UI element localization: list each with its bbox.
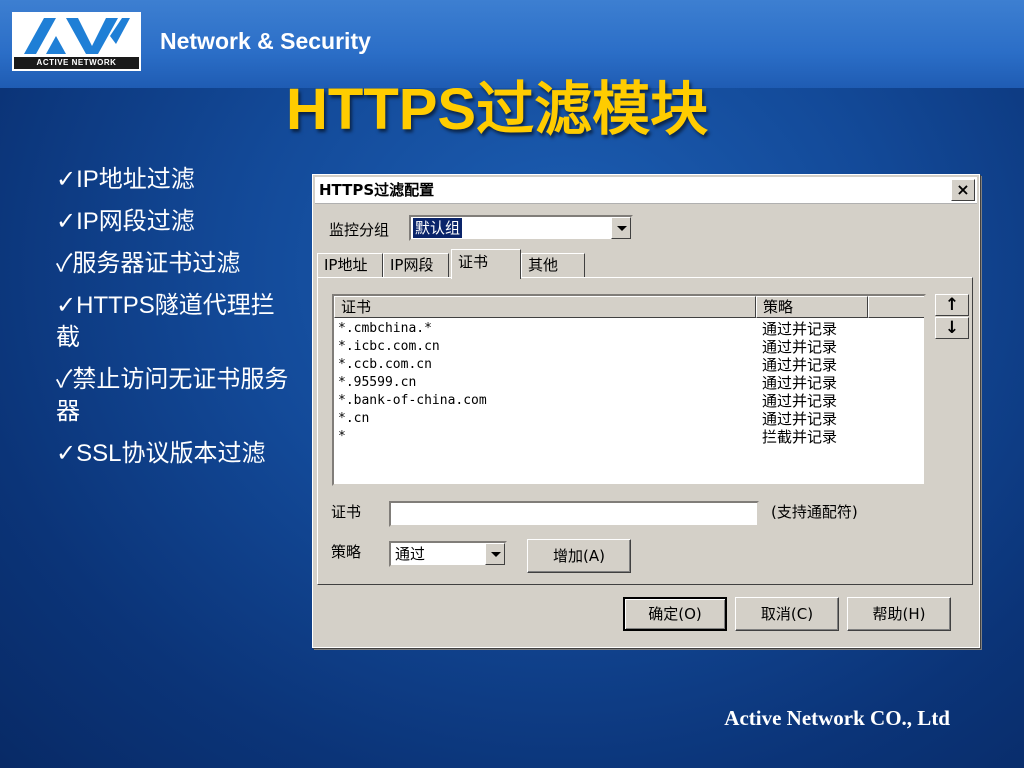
check-icon: ✓ <box>56 166 77 193</box>
help-button[interactable]: 帮助(H) <box>847 597 951 631</box>
close-button[interactable]: × <box>951 179 975 201</box>
logo-text: ACTIVE NETWORK <box>14 57 139 69</box>
company-logo: ACTIVE NETWORK <box>12 12 141 71</box>
cert-label: 证书 <box>331 503 362 521</box>
table-row[interactable]: * 拦截并记录 <box>334 428 924 446</box>
group-label: 监控分组 <box>329 221 390 239</box>
cancel-button[interactable]: 取消(C) <box>735 597 839 631</box>
table-row[interactable]: *.cmbchina.* 通过并记录 <box>334 320 924 338</box>
list-item: ✓SSL协议版本过滤 <box>56 440 266 467</box>
chevron-down-icon[interactable] <box>611 217 631 239</box>
column-header-empty <box>868 296 924 318</box>
list-item: ✓IP地址过滤 <box>56 166 195 193</box>
tab-certificate[interactable]: 证书 <box>451 249 521 279</box>
table-row[interactable]: *.95599.cn 通过并记录 <box>334 374 924 392</box>
policy-label: 策略 <box>331 543 362 561</box>
certificate-list[interactable]: 证书 策略 *.cmbchina.* 通过并记录 *.icbc.com.cn 通过并… <box>332 294 926 486</box>
policy-select[interactable]: 通过 <box>389 541 507 567</box>
logo-mark-icon <box>24 18 130 54</box>
check-icon: ✓ <box>56 440 77 467</box>
column-header-policy[interactable]: 策略 <box>756 296 868 318</box>
cert-hint: (支持通配符) <box>771 503 858 521</box>
check-icon: ✓ <box>56 208 77 235</box>
group-select[interactable]: 默认组 <box>409 215 633 241</box>
check-icon: ✓ <box>56 366 73 393</box>
tab-ip-range[interactable]: IP网段 <box>383 253 449 277</box>
tab-ip-address[interactable]: IP地址 <box>317 253 383 277</box>
move-up-button[interactable]: ↑ <box>935 294 969 316</box>
tagline: Network & Security <box>160 28 371 54</box>
dialog-title: HTTPS过滤配置 <box>315 177 977 204</box>
table-row[interactable]: *.icbc.com.cn 通过并记录 <box>334 338 924 356</box>
tab-other[interactable]: 其他 <box>521 253 585 277</box>
chevron-down-icon[interactable] <box>485 543 505 565</box>
list-item: ✓禁止访问无证书服务器 <box>56 366 289 425</box>
list-item: ✓IP网段过滤 <box>56 208 195 235</box>
check-icon: ✓ <box>56 292 77 319</box>
ok-button[interactable]: 确定(O) <box>623 597 727 631</box>
group-select-value: 默认组 <box>413 218 463 238</box>
table-row[interactable]: *.cn 通过并记录 <box>334 410 924 428</box>
policy-select-value: 通过 <box>395 545 426 563</box>
column-header-cert[interactable]: 证书 <box>334 296 756 318</box>
list-item: ✓HTTPS隧道代理拦截 <box>56 292 275 351</box>
cert-input[interactable] <box>389 501 759 527</box>
check-icon: ✓ <box>56 250 73 277</box>
footer-company: Active Network CO., Ltd <box>724 706 950 730</box>
table-row[interactable]: *.ccb.com.cn 通过并记录 <box>334 356 924 374</box>
feature-list: ✓IP地址过滤 ✓IP网段过滤 ✓服务器证书过滤 ✓HTTPS隧道代理拦截 ✓禁… <box>56 164 296 480</box>
list-item: ✓服务器证书过滤 <box>56 250 241 277</box>
slide-title: HTTPS过滤模块 <box>286 77 709 142</box>
https-filter-dialog: HTTPS过滤配置 × 监控分组 默认组 IP地址 IP网段 证书 其他 证书 … <box>312 174 980 648</box>
add-button[interactable]: 增加(A) <box>527 539 631 573</box>
table-row[interactable]: *.bank-of-china.com 通过并记录 <box>334 392 924 410</box>
move-down-button[interactable]: ↓ <box>935 317 969 339</box>
